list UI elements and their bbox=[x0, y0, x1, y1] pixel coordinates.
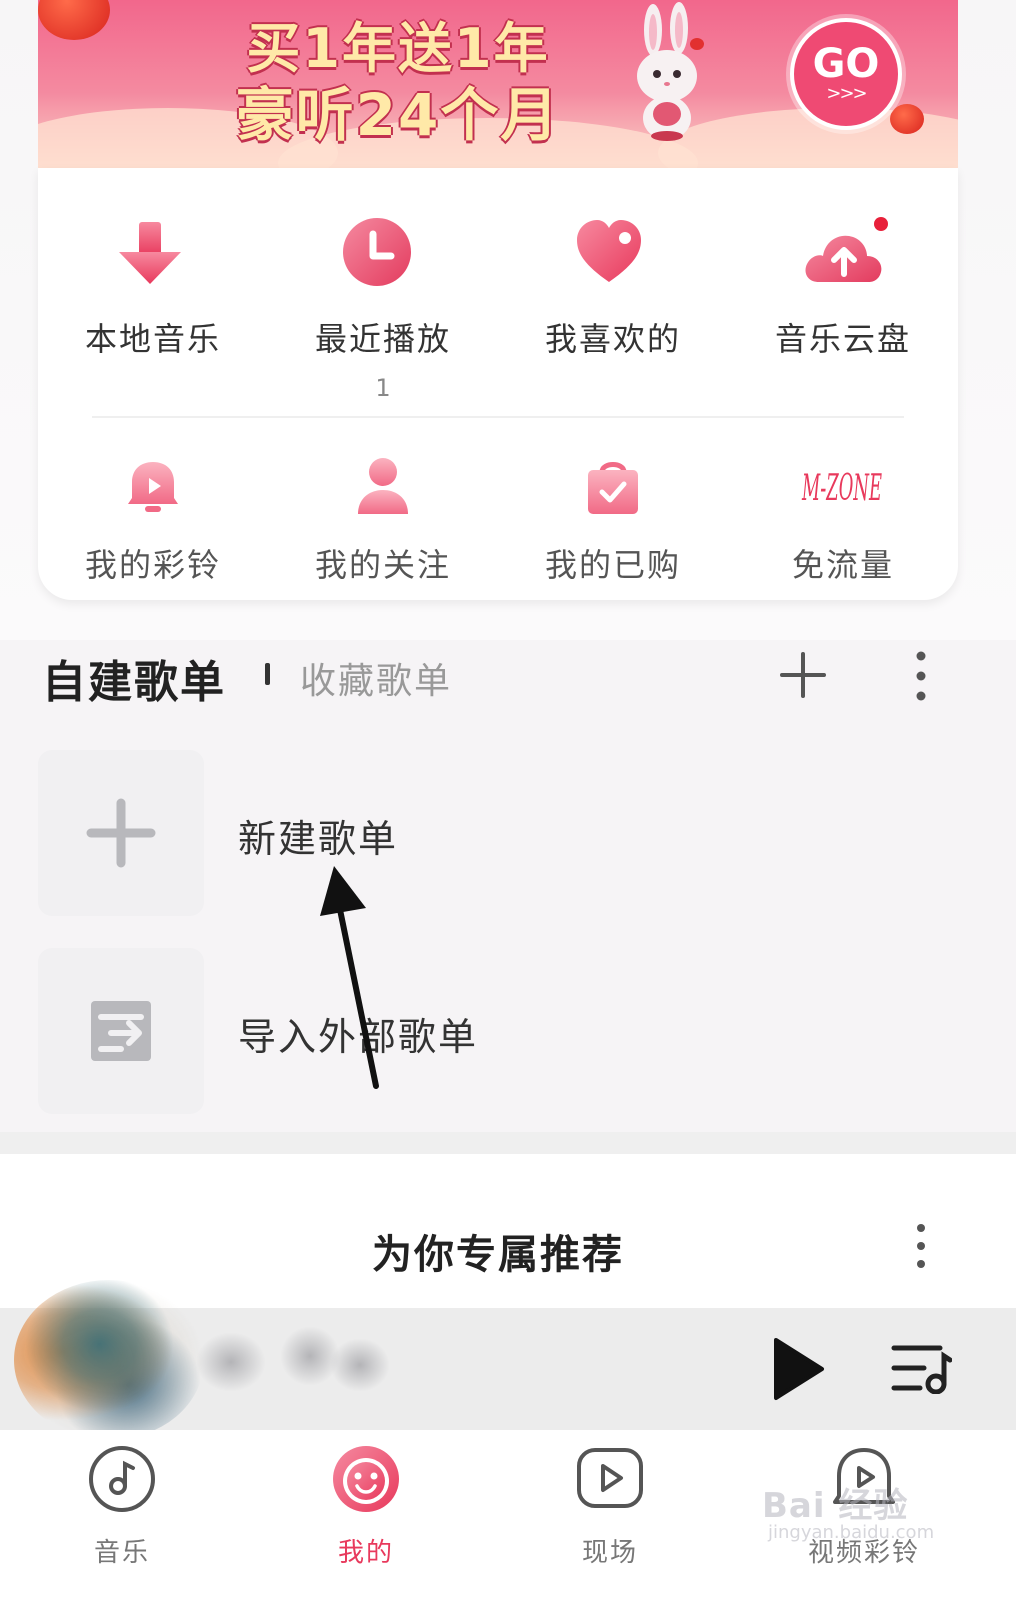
svg-text:M-ZONE: M-ZONE bbox=[802, 468, 882, 509]
smiley-face-icon bbox=[333, 1446, 399, 1512]
grid-divider bbox=[92, 416, 904, 418]
grid-item-purchased[interactable]: 我的已购 bbox=[498, 454, 728, 586]
grid-item-favorites[interactable]: 我喜欢的 bbox=[498, 216, 728, 360]
mzone-logo: M-ZONE bbox=[798, 454, 888, 520]
rabbit-mascot-icon bbox=[637, 2, 697, 141]
person-icon bbox=[350, 454, 416, 520]
play-icon[interactable] bbox=[770, 1336, 826, 1402]
tab-created-playlists[interactable]: 自建歌单 bbox=[42, 646, 226, 710]
grid-item-following[interactable]: 我的关注 bbox=[268, 454, 498, 586]
grid-label: 免流量 bbox=[791, 546, 894, 584]
watermark: Bai 经验 bbox=[762, 1486, 909, 1526]
nav-label: 现场 bbox=[581, 1538, 638, 1568]
video-play-icon bbox=[577, 1448, 643, 1508]
grid-label: 我的已购 bbox=[544, 546, 681, 584]
music-note-icon bbox=[89, 1446, 155, 1512]
bell-icon bbox=[120, 454, 186, 520]
grid-item-recent-plays[interactable]: 最近播放 1 bbox=[268, 216, 498, 402]
new-playlist-thumb bbox=[38, 750, 204, 916]
playlist-queue-icon[interactable] bbox=[890, 1342, 952, 1394]
new-playlist-label: 新建歌单 bbox=[238, 817, 399, 861]
nav-mine[interactable]: 我的 bbox=[286, 1444, 446, 1569]
notification-dot bbox=[874, 217, 888, 231]
clock-icon bbox=[343, 216, 423, 296]
cloud-upload-icon bbox=[803, 216, 888, 296]
grid-item-free-data[interactable]: M-ZONE 免流量 bbox=[728, 454, 958, 586]
grid-label: 我的关注 bbox=[314, 546, 451, 584]
grid-item-local-music[interactable]: 本地音乐 bbox=[38, 216, 268, 360]
grid-item-cloud-drive[interactable]: 音乐云盘 bbox=[728, 216, 958, 360]
annotation-arrow-icon bbox=[320, 866, 379, 1089]
banner-headline-line2: 豪听24个月 bbox=[235, 81, 561, 149]
lantern-icon bbox=[38, 0, 110, 40]
import-playlist-item[interactable]: 导入外部歌单 bbox=[38, 948, 978, 1114]
plus-icon bbox=[86, 798, 156, 868]
nav-label: 音乐 bbox=[93, 1538, 150, 1568]
mini-player[interactable] bbox=[0, 1280, 1016, 1440]
recommend-title: 为你专属推荐 bbox=[372, 1232, 624, 1278]
go-button-label: GO bbox=[812, 41, 880, 87]
download-arrow-icon bbox=[113, 216, 193, 296]
heart-icon bbox=[573, 216, 653, 296]
grid-label: 最近播放 bbox=[314, 320, 451, 358]
grid-item-ringtone[interactable]: 我的彩铃 bbox=[38, 454, 268, 586]
tab-separator bbox=[265, 663, 270, 685]
tab-collected-playlists[interactable]: 收藏歌单 bbox=[300, 652, 452, 704]
grid-label: 我的彩铃 bbox=[84, 546, 221, 584]
add-playlist-plus-icon[interactable] bbox=[776, 648, 830, 702]
album-art-ink-decoration bbox=[330, 1338, 390, 1392]
recent-play-count: 1 bbox=[375, 374, 391, 402]
go-button-arrows: >>> bbox=[826, 83, 867, 104]
grid-label: 音乐云盘 bbox=[774, 320, 911, 358]
new-playlist-item[interactable]: 新建歌单 bbox=[38, 750, 978, 916]
nav-live[interactable]: 现场 bbox=[530, 1444, 690, 1569]
album-art[interactable] bbox=[14, 1280, 204, 1440]
nav-music[interactable]: 音乐 bbox=[42, 1444, 202, 1569]
section-divider bbox=[0, 1132, 1016, 1154]
promo-banner[interactable]: 买1年送1年 豪听24个月 GO >>> bbox=[38, 0, 958, 168]
import-playlist-icon bbox=[91, 1001, 151, 1061]
grid-label: 本地音乐 bbox=[84, 320, 221, 358]
recommend-more-icon[interactable] bbox=[906, 1222, 936, 1272]
import-playlist-thumb bbox=[38, 948, 204, 1114]
go-button[interactable]: GO >>> bbox=[790, 18, 902, 130]
grid-label: 我喜欢的 bbox=[544, 320, 681, 358]
watermark-url: jingyan.baidu.com bbox=[768, 1522, 935, 1543]
nav-label: 我的 bbox=[337, 1538, 394, 1568]
more-options-icon[interactable] bbox=[906, 648, 936, 704]
quick-access-card: 本地音乐 最近播放 1 我喜欢的 音乐云盘 我的彩铃 我的关注 我的已购 M-Z… bbox=[38, 168, 958, 600]
shopping-bag-icon bbox=[580, 454, 646, 520]
album-art-ink-decoration bbox=[196, 1332, 266, 1392]
lantern-icon bbox=[890, 104, 924, 134]
